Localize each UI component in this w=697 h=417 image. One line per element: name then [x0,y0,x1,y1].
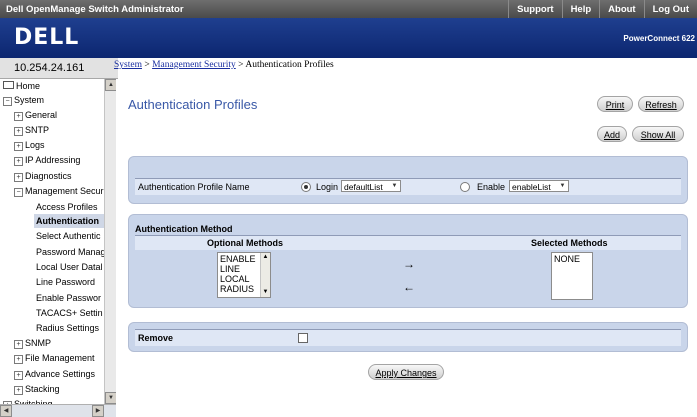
breadcrumb: System > Management Security > Authentic… [114,60,334,70]
expand-icon[interactable]: + [14,157,23,166]
dell-logo: DELL [14,25,80,50]
breadcrumb-system[interactable]: System [114,60,142,70]
sidebar-item-radius-settings[interactable]: Radius Settings [36,321,99,335]
selected-methods-list[interactable]: NONE [551,252,593,300]
remove-method-arrow-button[interactable]: ← [399,281,419,294]
sidebar-item-select-authentication[interactable]: Select Authentic [36,229,101,243]
breadcrumb-current: Authentication Profiles [245,60,334,70]
expand-icon[interactable]: + [14,371,23,380]
main-content: Authentication Profiles Print Refresh Ad… [116,79,697,416]
chevron-down-icon: ▼ [559,183,566,189]
top-bar: Dell OpenManage Switch Administrator Sup… [0,0,697,18]
support-link[interactable]: Support [508,0,561,18]
add-button[interactable]: Add [597,126,627,142]
sidebar-item-access-profiles[interactable]: Access Profiles [36,200,98,214]
sidebar-item-ip-addressing[interactable]: + IP Addressing [14,153,80,167]
sidebar-item-advance-settings[interactable]: + Advance Settings [14,367,95,381]
remove-checkbox[interactable] [298,333,308,343]
login-profile-select[interactable]: defaultList ▼ [341,180,401,192]
list-item[interactable]: NONE [554,254,590,264]
show-all-button[interactable]: Show All [632,126,684,142]
expand-icon[interactable]: + [14,127,23,136]
optional-methods-list[interactable]: ENABLE LINE LOCAL RADIUS ▲ ▼ [217,252,271,298]
collapse-icon[interactable]: − [14,188,23,197]
help-link[interactable]: Help [561,0,600,18]
scroll-down-icon[interactable]: ▼ [261,288,270,297]
breadcrumb-sep: > [141,60,153,70]
expand-icon[interactable]: + [14,386,23,395]
apply-changes-button[interactable]: Apply Changes [368,364,444,380]
method-row: Optional Methods Selected Methods ENABLE… [135,235,681,302]
authentication-method-panel: Authentication Method Optional Methods S… [128,214,688,308]
sidebar-item-tacacs-settings[interactable]: TACACS+ Settin [36,306,103,320]
expand-icon[interactable]: + [14,142,23,151]
expand-icon[interactable]: + [14,173,23,182]
breadcrumb-sep: > [235,60,246,70]
authentication-method-header: Authentication Method [135,224,233,234]
remove-label: Remove [138,333,174,343]
sidebar-item-general[interactable]: + General [14,108,57,122]
optional-methods-header: Optional Methods [207,238,283,248]
sidebar-item-file-management[interactable]: + File Management [14,351,95,365]
sidebar-item-logs[interactable]: + Logs [14,138,45,152]
login-radio[interactable] [301,182,311,192]
expand-icon[interactable]: + [14,355,23,364]
sidebar-tree: Home − System + General + SNTP + Logs + IP Ad… [0,79,117,416]
sidebar-item-line-password[interactable]: Line Password [36,275,95,289]
page-title: Authentication Profiles [128,97,258,112]
list-scrollbar[interactable]: ▲ ▼ [260,253,270,297]
sidebar-item-diagnostics[interactable]: + Diagnostics [14,169,72,183]
brand-bar: DELL PowerConnect 622 [0,18,697,58]
app-title: Dell OpenManage Switch Administrator [6,4,184,15]
ip-address: 10.254.24.161 [14,62,85,74]
scroll-left-icon[interactable]: ◀ [0,405,12,417]
refresh-button[interactable]: Refresh [638,96,684,112]
logout-link[interactable]: Log Out [643,0,697,18]
enable-radio[interactable] [460,182,470,192]
sidebar-item-enable-password[interactable]: Enable Passwor [36,291,101,305]
sidebar-item-management-security[interactable]: − Management Secur [14,184,104,198]
profile-panel: Authentication Profile Name Login defaul… [128,156,688,204]
sidebar-item-system[interactable]: − System [3,93,44,107]
remove-panel: Remove [128,322,688,352]
ip-address-bar: 10.254.24.161 [0,58,118,79]
enable-profile-select[interactable]: enableList ▼ [509,180,569,192]
sidebar-item-authentication[interactable]: Authentication [34,214,106,228]
selected-methods-header: Selected Methods [531,238,608,248]
profile-name-label: Authentication Profile Name [138,182,250,192]
about-link[interactable]: About [599,0,643,18]
profile-row: Authentication Profile Name Login defaul… [135,178,681,195]
collapse-icon[interactable]: − [3,97,12,106]
sidebar-horizontal-scrollbar[interactable]: ◀ ▶ [0,404,116,417]
sidebar-item-password-management[interactable]: Password Manag [36,245,106,259]
scroll-right-icon[interactable]: ▶ [92,405,104,417]
sidebar-item-sntp[interactable]: + SNTP [14,123,49,137]
monitor-icon [3,81,14,89]
sidebar-item-home[interactable]: Home [3,79,40,93]
login-label: Login [316,182,339,192]
scroll-up-icon[interactable]: ▲ [261,253,270,262]
expand-icon[interactable]: + [14,112,23,121]
breadcrumb-management-security[interactable]: Management Security [152,60,236,70]
top-nav: Support Help About Log Out [508,0,697,18]
remove-row: Remove [135,329,681,346]
print-button[interactable]: Print [597,96,633,112]
sidebar-item-local-user-database[interactable]: Local User Datal [36,260,103,274]
product-name: PowerConnect 622 [623,34,695,43]
add-method-arrow-button[interactable]: → [399,258,419,271]
enable-label: Enable [477,182,506,192]
sidebar-item-snmp[interactable]: + SNMP [14,336,51,350]
expand-icon[interactable]: + [14,340,23,349]
chevron-down-icon: ▼ [391,183,398,189]
sidebar-item-stacking[interactable]: + Stacking [14,382,60,396]
